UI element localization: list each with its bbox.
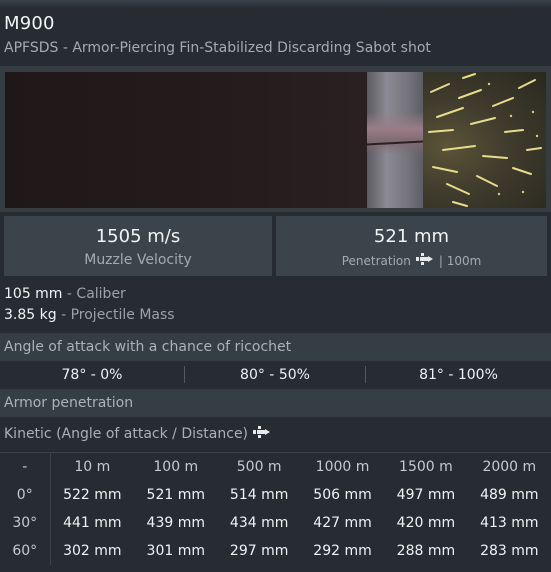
table-cell: 514 mm bbox=[229, 486, 289, 503]
column-header: 1500 m bbox=[384, 452, 468, 481]
table-cell: 506 mm bbox=[313, 486, 372, 503]
projectile-icon bbox=[415, 253, 434, 268]
table-cell: 297 mm bbox=[229, 542, 289, 559]
ricochet-value-1: 78° - 0% bbox=[61, 367, 123, 383]
shell-type: APFSDS - Armor-Piercing Fin-Stabilized D… bbox=[4, 40, 431, 56]
table-cell: 521 mm bbox=[146, 486, 205, 503]
table-cell: 292 mm bbox=[313, 542, 372, 559]
table-cell: 441 mm bbox=[63, 514, 122, 531]
penetration-card: 521 mm Penetration | 100m bbox=[276, 216, 547, 276]
table-cell: 522 mm bbox=[63, 486, 122, 503]
table-cell: 302 mm bbox=[63, 542, 122, 559]
kinetic-label: Kinetic (Angle of attack / Distance) bbox=[4, 426, 249, 442]
ricochet-row: 78° - 0% 80° - 50% 81° - 100% bbox=[0, 362, 551, 388]
kinetic-header: Kinetic (Angle of attack / Distance) bbox=[4, 425, 271, 443]
projectile-mass-value: 3.85 kg bbox=[4, 307, 57, 323]
table-cell: 439 mm bbox=[146, 514, 205, 531]
table-cell: 420 mm bbox=[396, 514, 456, 531]
column-header: - bbox=[0, 452, 51, 481]
muzzle-velocity-card: 1505 m/s Muzzle Velocity bbox=[4, 216, 272, 276]
column-header: 500 m bbox=[217, 452, 301, 481]
penetration-value: 521 mm bbox=[373, 226, 450, 247]
table-row: 60° 302 mm 301 mm 297 mm 292 mm 288 mm 2… bbox=[0, 536, 551, 565]
table-cell: 497 mm bbox=[396, 486, 456, 503]
penetration-distance: | 100m bbox=[438, 253, 482, 268]
column-header: 1000 m bbox=[300, 452, 385, 481]
angle-cell: 30° bbox=[0, 508, 51, 537]
armor-plate-graphic bbox=[366, 72, 424, 208]
armor-penetration-section-header: Armor penetration bbox=[0, 389, 551, 417]
column-header: 100 m bbox=[134, 452, 218, 481]
column-header: 2000 m bbox=[467, 452, 551, 481]
penetration-label: Penetration bbox=[341, 253, 411, 268]
ricochet-value-3: 81° - 100% bbox=[419, 367, 498, 383]
table-cell: 283 mm bbox=[480, 542, 539, 559]
column-header: 10 m bbox=[50, 452, 135, 481]
table-row: 30° 441 mm 439 mm 434 mm 427 mm 420 mm 4… bbox=[0, 508, 551, 537]
table-cell: 427 mm bbox=[313, 514, 372, 531]
muzzle-velocity-label: Muzzle Velocity bbox=[84, 252, 192, 268]
top-edge bbox=[0, 0, 551, 8]
caliber-line: 105 mm - Caliber bbox=[4, 286, 126, 302]
table-cell: 413 mm bbox=[480, 514, 539, 531]
ricochet-section-header: Angle of attack with a chance of ricoche… bbox=[0, 333, 551, 361]
armor-penetration-table: - 10 m 100 m 500 m 1000 m 1500 m 2000 m … bbox=[0, 452, 551, 565]
penetration-preview-image bbox=[5, 72, 546, 208]
table-cell: 301 mm bbox=[146, 542, 205, 559]
table-cell: 489 mm bbox=[480, 486, 539, 503]
angle-cell: 60° bbox=[0, 536, 51, 565]
table-cell: 434 mm bbox=[229, 514, 289, 531]
projectile-mass-label: Projectile Mass bbox=[70, 307, 175, 323]
projectile-mass-line: 3.85 kg - Projectile Mass bbox=[4, 307, 175, 323]
shell-title: M900 bbox=[4, 13, 55, 34]
caliber-label: Caliber bbox=[76, 286, 126, 302]
table-cell: 288 mm bbox=[396, 542, 456, 559]
projectile-icon bbox=[253, 425, 271, 443]
table-header-row: - 10 m 100 m 500 m 1000 m 1500 m 2000 m bbox=[0, 452, 551, 481]
angle-cell: 0° bbox=[0, 480, 51, 509]
ricochet-value-2: 80° - 50% bbox=[240, 367, 310, 383]
spall-fragments-graphic bbox=[428, 73, 542, 207]
caliber-value: 105 mm bbox=[4, 286, 63, 302]
muzzle-velocity-value: 1505 m/s bbox=[95, 226, 181, 247]
table-row: 0° 522 mm 521 mm 514 mm 506 mm 497 mm 48… bbox=[0, 480, 551, 509]
